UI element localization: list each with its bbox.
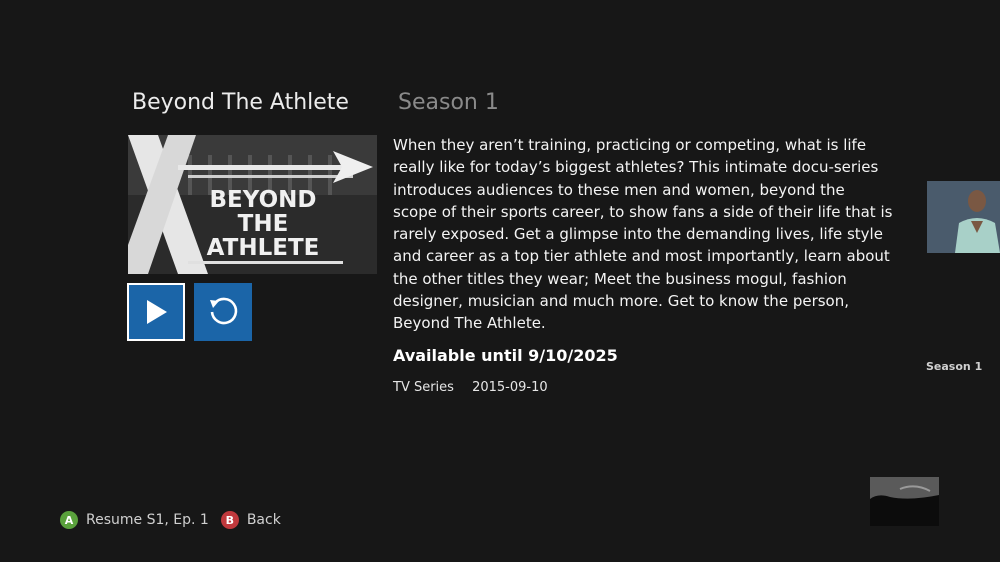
availability-text: Available until 9/10/2025 (393, 346, 618, 365)
show-meta: TV Series 2015-09-10 (393, 380, 548, 395)
show-poster: BEYOND THE ATHLETE (128, 135, 377, 274)
preview-thumbnail[interactable] (870, 477, 939, 526)
poster-text-line-3: ATHLETE (207, 235, 320, 261)
poster-text-line-1: BEYOND (210, 187, 317, 213)
show-title: Beyond The Athlete (132, 90, 349, 115)
restart-icon (210, 297, 238, 325)
side-season-label[interactable]: Season 1 (926, 360, 982, 373)
poster-text-line-2: THE (238, 211, 289, 237)
show-date: 2015-09-10 (472, 380, 548, 395)
play-button[interactable] (127, 283, 185, 341)
show-type: TV Series (393, 380, 454, 395)
season-heading[interactable]: Season 1 (398, 90, 499, 115)
resume-hint-label[interactable]: Resume S1, Ep. 1 (86, 512, 209, 528)
back-hint-label[interactable]: Back (247, 512, 281, 528)
show-description: When they aren’t training, practicing or… (393, 136, 893, 333)
a-button-icon[interactable]: A (60, 511, 78, 529)
restart-button[interactable] (194, 283, 252, 341)
controller-hints: A Resume S1, Ep. 1 B Back (60, 511, 293, 529)
play-icon (147, 300, 167, 324)
episode-thumbnail[interactable] (927, 181, 1000, 253)
b-button-icon[interactable]: B (220, 511, 239, 529)
